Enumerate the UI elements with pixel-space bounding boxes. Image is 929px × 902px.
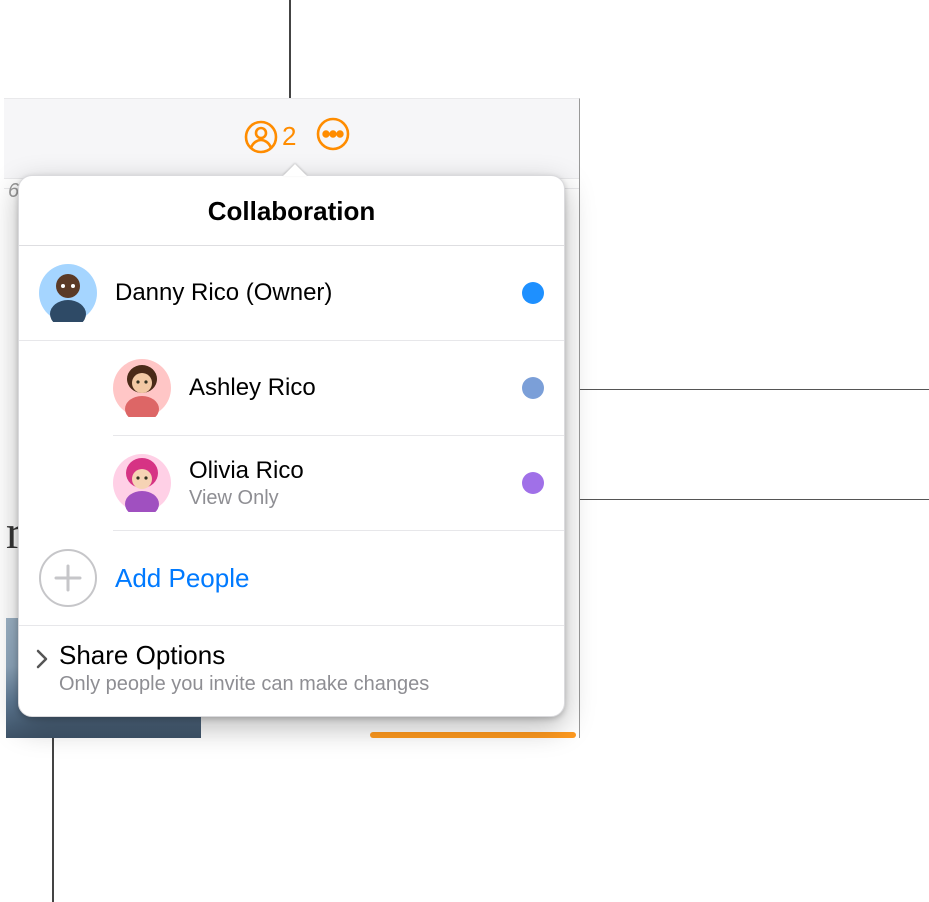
presence-dot bbox=[522, 282, 544, 304]
participants-list: Danny Rico (Owner) Ashley Rico bbox=[19, 246, 564, 531]
share-options-sub: Only people you invite can make changes bbox=[59, 673, 429, 696]
add-people-button[interactable]: Add People bbox=[19, 531, 564, 626]
presence-dot bbox=[522, 472, 544, 494]
more-button[interactable] bbox=[316, 117, 350, 156]
callout-line-right-1 bbox=[530, 389, 929, 390]
avatar bbox=[39, 264, 97, 322]
share-options-title: Share Options bbox=[59, 640, 429, 671]
chevron-right-icon bbox=[31, 644, 53, 674]
popover-title: Collaboration bbox=[19, 176, 564, 246]
avatar bbox=[113, 359, 171, 417]
participant-row[interactable]: Olivia Rico View Only bbox=[113, 436, 564, 531]
person-icon bbox=[244, 120, 278, 154]
collaboration-count: 2 bbox=[282, 121, 296, 152]
doc-orange-bar bbox=[370, 732, 576, 738]
participant-row[interactable]: Ashley Rico bbox=[113, 341, 564, 436]
participant-permission: View Only bbox=[189, 487, 522, 510]
collaboration-popover: Collaboration Danny Rico (Owner) bbox=[18, 175, 565, 717]
add-people-label: Add People bbox=[115, 563, 249, 594]
avatar bbox=[113, 454, 171, 512]
participant-name: Danny Rico (Owner) bbox=[115, 279, 522, 307]
share-options-button[interactable]: Share Options Only people you invite can… bbox=[19, 626, 564, 716]
collaboration-button[interactable]: 2 bbox=[244, 120, 296, 154]
participant-row[interactable]: Danny Rico (Owner) bbox=[19, 246, 564, 341]
participant-name: Olivia Rico bbox=[189, 457, 522, 485]
plus-circle-icon bbox=[39, 549, 97, 607]
ellipsis-circle-icon bbox=[316, 117, 350, 151]
participant-name: Ashley Rico bbox=[189, 374, 522, 402]
presence-dot bbox=[522, 377, 544, 399]
callout-line-bottom bbox=[52, 720, 54, 902]
